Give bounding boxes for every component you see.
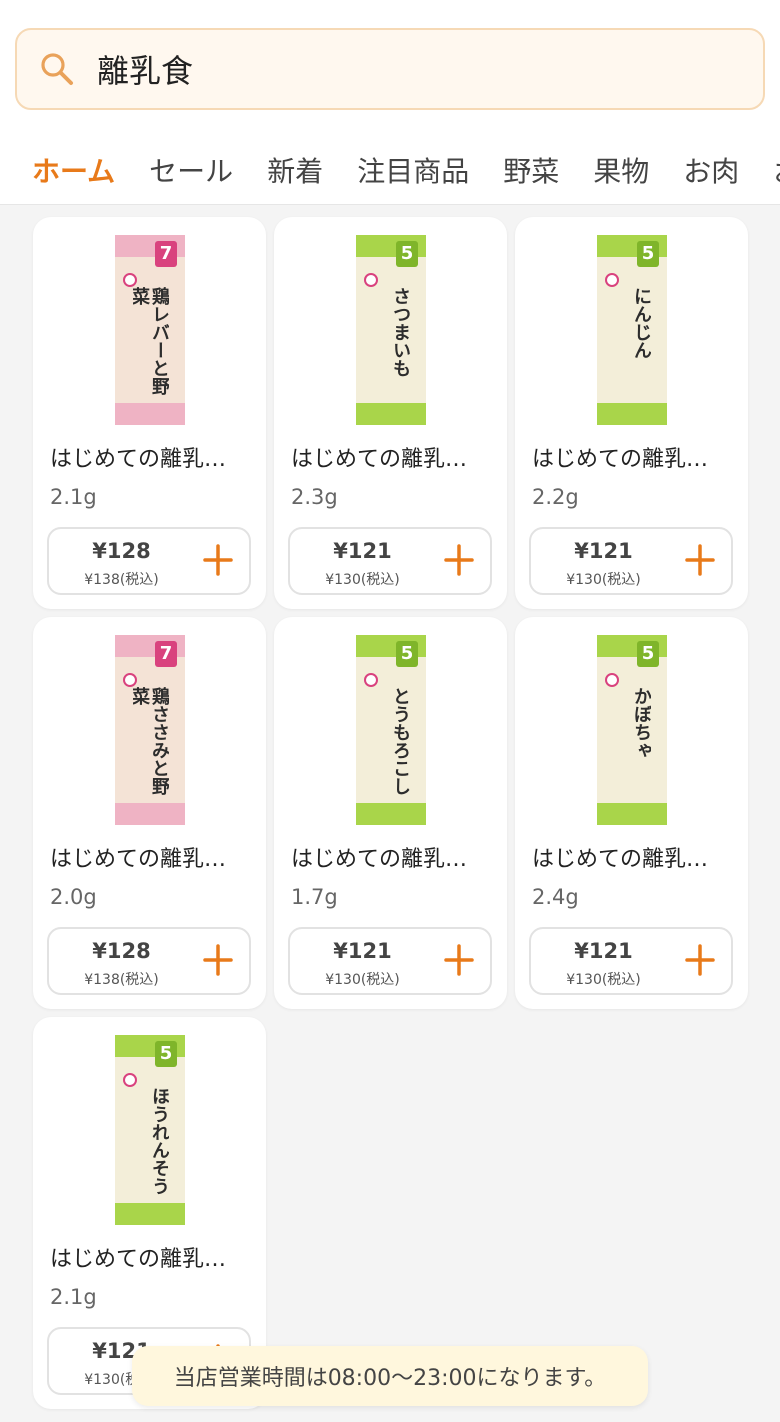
price: ¥121 — [574, 939, 633, 963]
product-weight: 2.4g — [532, 885, 579, 909]
age-badge: 5 — [155, 1041, 177, 1067]
product-card[interactable]: 5 さつまいも はじめての離乳… 2.3g ¥121 ¥130(税込) — [274, 217, 507, 609]
product-name[interactable]: はじめての離乳… — [50, 841, 226, 873]
search-bar[interactable]: 離乳食 — [15, 28, 765, 110]
price-box: ¥121 ¥130(税込) — [529, 527, 733, 595]
price-with-tax: ¥138(税込) — [84, 972, 159, 988]
spoon-icon — [364, 673, 378, 687]
add-to-cart-button[interactable] — [444, 539, 474, 581]
product-weight: 2.1g — [50, 1285, 97, 1309]
product-image[interactable]: 7 鶏レバーと野菜 — [115, 235, 185, 425]
product-image[interactable]: 5 かぼちゃ — [597, 635, 667, 825]
product-card[interactable]: 7 鶏ささみと野菜 はじめての離乳… 2.0g ¥128 ¥138(税込) — [33, 617, 266, 1009]
price-box: ¥121 ¥130(税込) — [288, 527, 492, 595]
product-image[interactable]: 7 鶏ささみと野菜 — [115, 635, 185, 825]
tab-sale[interactable]: セール — [149, 150, 233, 190]
product-name[interactable]: はじめての離乳… — [50, 1241, 226, 1273]
pack-label: かぼちゃ — [631, 687, 651, 759]
price-with-tax: ¥130(税込) — [325, 572, 400, 588]
add-to-cart-button[interactable] — [203, 939, 233, 981]
pack-label: 鶏レバーと野菜 — [133, 287, 169, 395]
pack-label: さつまいも — [390, 287, 410, 377]
age-badge: 7 — [155, 241, 177, 267]
add-to-cart-button[interactable] — [203, 539, 233, 581]
product-weight: 2.0g — [50, 885, 97, 909]
spoon-icon — [605, 673, 619, 687]
pack-label: とうもろこし — [390, 687, 410, 795]
product-name[interactable]: はじめての離乳… — [532, 841, 708, 873]
tab-home[interactable]: ホーム — [32, 150, 115, 190]
tab-meat[interactable]: お肉 — [683, 150, 739, 190]
spoon-icon — [364, 273, 378, 287]
product-name[interactable]: はじめての離乳… — [291, 441, 467, 473]
age-badge: 5 — [396, 641, 418, 667]
tab-fruit[interactable]: 果物 — [593, 150, 649, 190]
spoon-icon — [123, 1073, 137, 1087]
product-weight: 2.1g — [50, 485, 97, 509]
price: ¥128 — [92, 939, 151, 963]
product-card[interactable]: 7 鶏レバーと野菜 はじめての離乳… 2.1g ¥128 ¥138(税込) — [33, 217, 266, 609]
spoon-icon — [605, 273, 619, 287]
price-box: ¥128 ¥138(税込) — [47, 527, 251, 595]
category-tabs: ホーム セール 新着 注目商品 野菜 果物 お肉 お — [0, 145, 780, 195]
product-image[interactable]: 5 さつまいも — [356, 235, 426, 425]
product-image[interactable]: 5 ほうれんそう — [115, 1035, 185, 1225]
product-name[interactable]: はじめての離乳… — [532, 441, 708, 473]
add-to-cart-button[interactable] — [685, 939, 715, 981]
product-weight: 2.3g — [291, 485, 338, 509]
spoon-icon — [123, 273, 137, 287]
pack-label: にんじん — [631, 287, 651, 359]
price-box: ¥121 ¥130(税込) — [288, 927, 492, 995]
age-badge: 7 — [155, 641, 177, 667]
tab-more[interactable]: お — [773, 150, 780, 190]
product-card[interactable]: 5 にんじん はじめての離乳… 2.2g ¥121 ¥130(税込) — [515, 217, 748, 609]
search-icon — [41, 53, 73, 85]
price-with-tax: ¥130(税込) — [566, 572, 641, 588]
price: ¥121 — [333, 939, 392, 963]
tab-vegetables[interactable]: 野菜 — [503, 150, 559, 190]
price-with-tax: ¥130(税込) — [566, 972, 641, 988]
tab-featured[interactable]: 注目商品 — [357, 150, 469, 190]
spoon-icon — [123, 673, 137, 687]
price-box: ¥128 ¥138(税込) — [47, 927, 251, 995]
price: ¥121 — [333, 539, 392, 563]
tab-new[interactable]: 新着 — [267, 150, 323, 190]
product-card[interactable]: 5 かぼちゃ はじめての離乳… 2.4g ¥121 ¥130(税込) — [515, 617, 748, 1009]
price: ¥128 — [92, 539, 151, 563]
product-name[interactable]: はじめての離乳… — [291, 841, 467, 873]
pack-label: 鶏ささみと野菜 — [133, 687, 169, 795]
product-weight: 1.7g — [291, 885, 338, 909]
pack-label: ほうれんそう — [149, 1087, 169, 1195]
search-input[interactable]: 離乳食 — [97, 46, 193, 92]
product-weight: 2.2g — [532, 485, 579, 509]
header: 離乳食 ホーム セール 新着 注目商品 野菜 果物 お肉 お — [0, 0, 780, 205]
age-badge: 5 — [637, 641, 659, 667]
product-image[interactable]: 5 とうもろこし — [356, 635, 426, 825]
add-to-cart-button[interactable] — [685, 539, 715, 581]
add-to-cart-button[interactable] — [444, 939, 474, 981]
price-with-tax: ¥138(税込) — [84, 572, 159, 588]
age-badge: 5 — [637, 241, 659, 267]
price-box: ¥121 ¥130(税込) — [529, 927, 733, 995]
product-image[interactable]: 5 にんじん — [597, 235, 667, 425]
product-card[interactable]: 5 とうもろこし はじめての離乳… 1.7g ¥121 ¥130(税込) — [274, 617, 507, 1009]
product-name[interactable]: はじめての離乳… — [50, 441, 226, 473]
age-badge: 5 — [396, 241, 418, 267]
business-hours-toast: 当店営業時間は08:00〜23:00になります。 — [132, 1346, 648, 1406]
price-with-tax: ¥130(税込) — [325, 972, 400, 988]
price: ¥121 — [574, 539, 633, 563]
